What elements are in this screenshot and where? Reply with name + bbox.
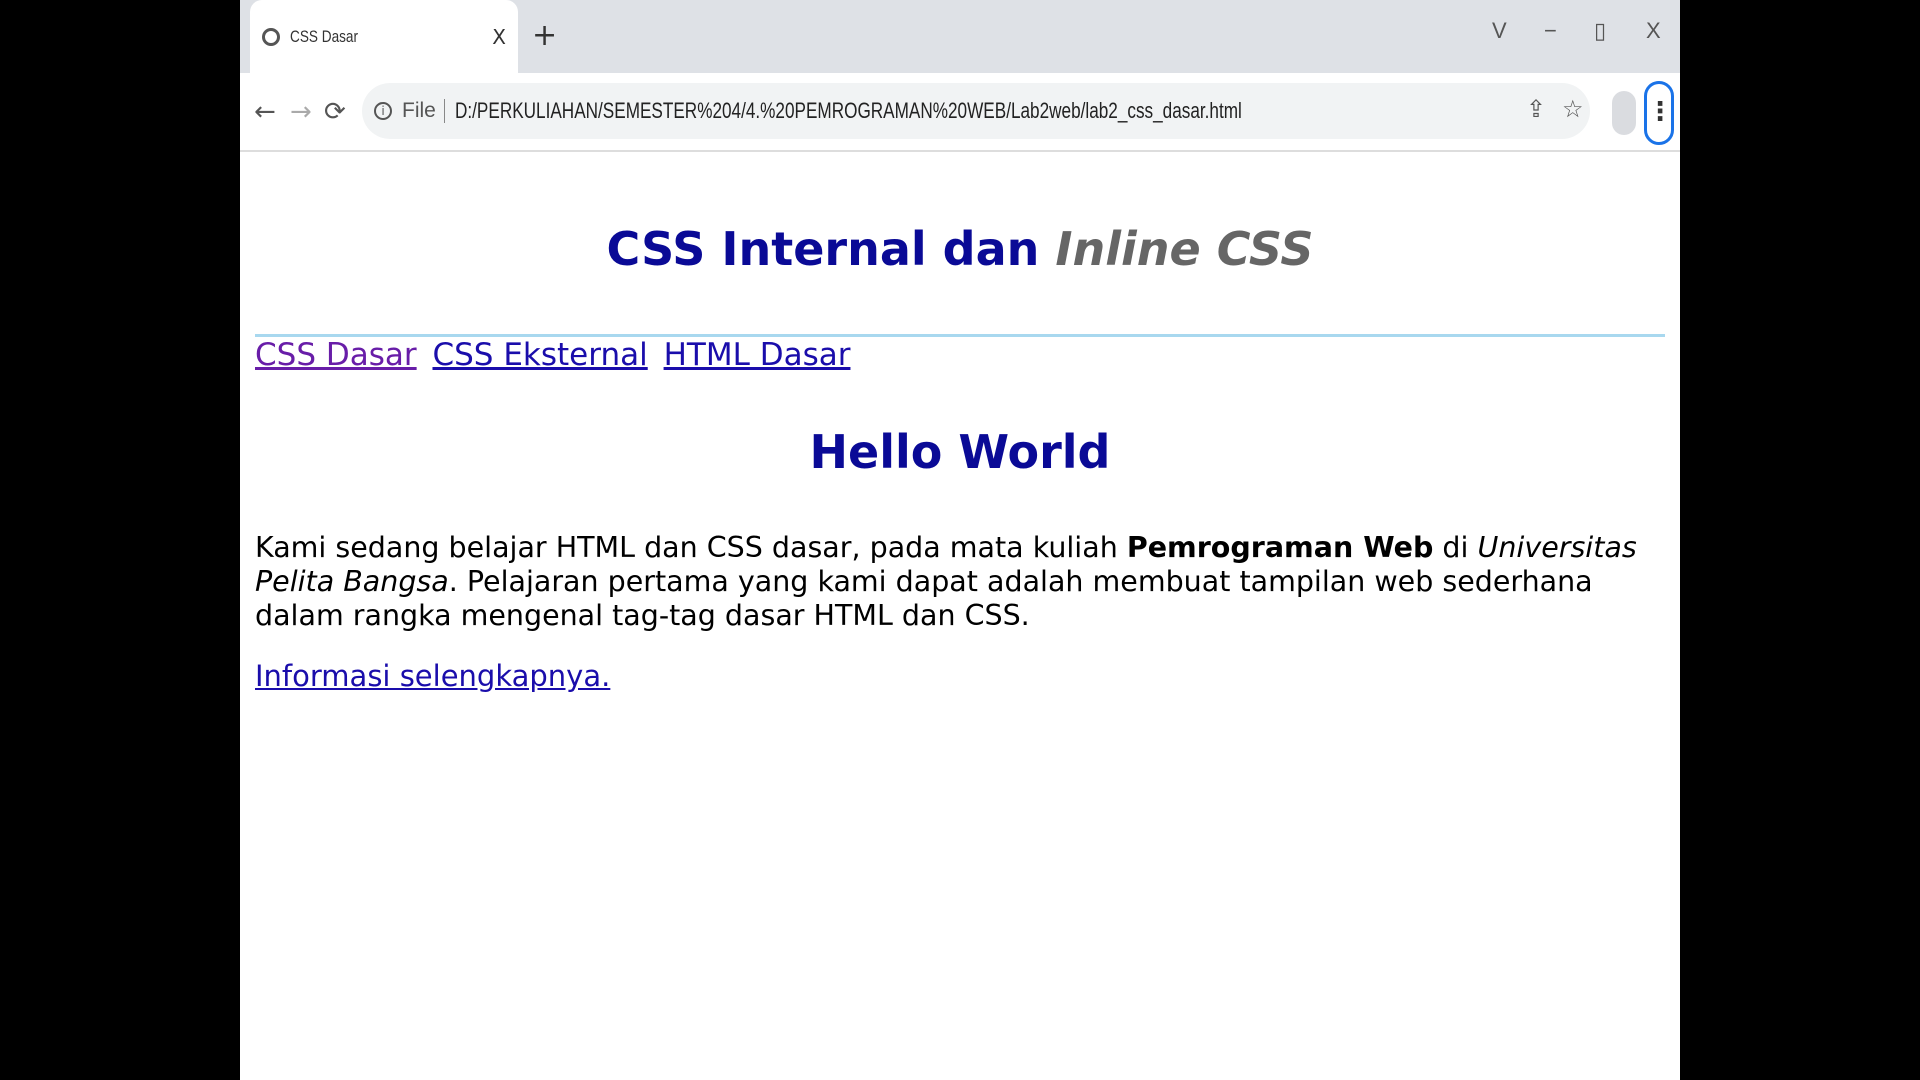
para-bold: Pemrograman Web <box>1126 531 1434 564</box>
hello-heading: Hello World <box>809 425 1111 479</box>
back-button[interactable]: ← <box>254 97 276 127</box>
globe-icon <box>262 27 280 46</box>
intro-paragraph: Kami sedang belajar HTML dan CSS dasar, … <box>255 531 1665 633</box>
tab-close-button[interactable]: X <box>492 25 506 49</box>
nav-links: CSS Dasar CSS Eksternal HTML Dasar <box>255 337 1665 373</box>
bookmark-star-icon[interactable]: ☆ <box>1562 95 1584 123</box>
info-icon[interactable]: i <box>374 102 392 120</box>
new-tab-button[interactable]: + <box>532 18 557 53</box>
para-text: Kami sedang belajar HTML dan CSS dasar, … <box>255 531 1127 564</box>
forward-button[interactable]: → <box>290 97 312 127</box>
para-text: . Pelajaran pertama yang kami dapat adal… <box>255 565 1593 632</box>
link-css-eksternal[interactable]: CSS Eksternal <box>432 337 647 373</box>
para-text: di <box>1433 531 1478 564</box>
tab-title: CSS Dasar <box>290 26 359 46</box>
profile-avatar[interactable] <box>1612 91 1636 135</box>
restore-button[interactable]: ▯ <box>1594 18 1606 44</box>
address-bar[interactable]: i File D:/PERKULIAHAN/SEMESTER%204/4.%20… <box>362 83 1590 139</box>
tab-search-button[interactable]: V <box>1492 18 1507 44</box>
more-info-link[interactable]: Informasi selengkapnya. <box>255 659 610 693</box>
tab-bar: CSS Dasar X + V − ▯ X <box>240 0 1680 73</box>
link-html-dasar[interactable]: HTML Dasar <box>664 337 851 373</box>
title-text: CSS Internal dan <box>606 222 1056 276</box>
page-content: CSS Internal dan Inline CSS CSS Dasar CS… <box>240 222 1680 693</box>
title-italic: Inline CSS <box>1055 222 1314 276</box>
reload-button[interactable]: ⟳ <box>324 97 346 127</box>
share-icon[interactable]: ⇪ <box>1526 95 1546 123</box>
browser-window: CSS Dasar X + V − ▯ X ← → ⟳ i File D:/PE… <box>240 0 1680 1080</box>
scheme-label: File <box>402 99 445 123</box>
toolbar: ← → ⟳ i File D:/PERKULIAHAN/SEMESTER%204… <box>240 73 1680 152</box>
menu-button[interactable]: ⋮ <box>1644 81 1674 145</box>
url-input[interactable]: D:/PERKULIAHAN/SEMESTER%204/4.%20PEMROGR… <box>455 98 1242 124</box>
tab-css-dasar[interactable]: CSS Dasar X <box>250 0 518 73</box>
page-title: CSS Internal dan Inline CSS <box>255 222 1665 312</box>
link-css-dasar[interactable]: CSS Dasar <box>255 337 417 373</box>
minimize-button[interactable]: − <box>1544 18 1557 44</box>
close-window-button[interactable]: X <box>1646 18 1661 44</box>
